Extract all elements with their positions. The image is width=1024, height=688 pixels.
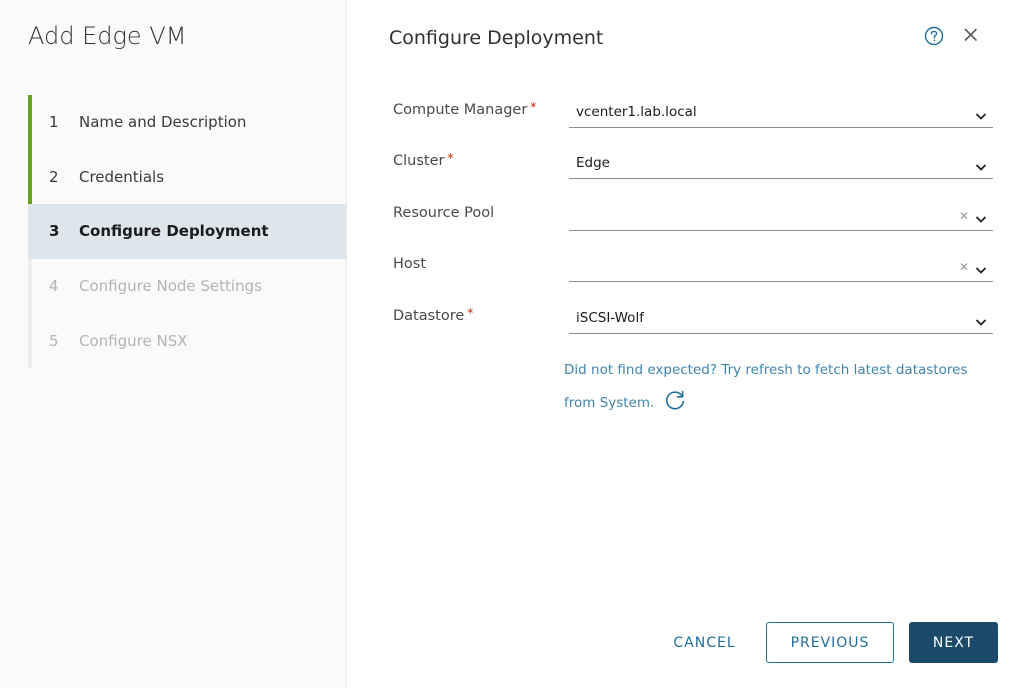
wizard-title: Add Edge VM	[28, 22, 187, 50]
step-configure-node-settings: 4 Configure Node Settings	[28, 258, 346, 314]
page-title: Configure Deployment	[389, 27, 604, 49]
datastore-row: Datastore * iSCSI-Wolf	[393, 304, 993, 334]
step-number: 5	[49, 331, 59, 350]
select-value: Edge	[576, 155, 610, 171]
resource-pool-row: Resource Pool ✕	[393, 201, 993, 231]
host-select[interactable]: ✕	[569, 252, 993, 282]
cluster-row: Cluster * Edge	[393, 149, 993, 179]
close-icon[interactable]	[961, 25, 981, 45]
required-marker: *	[467, 306, 474, 320]
step-number: 1	[49, 113, 59, 132]
help-circle-icon[interactable]	[924, 26, 944, 46]
datastore-select[interactable]: iSCSI-Wolf	[569, 304, 993, 334]
main-panel: Configure Deployment Compute Manager * vc…	[347, 0, 1024, 688]
step-configure-nsx: 5 Configure NSX	[28, 313, 346, 368]
hint-text: Did not find expected? Try refresh to fe…	[564, 362, 968, 411]
host-label: Host	[393, 256, 427, 272]
resource-pool-label: Resource Pool	[393, 205, 495, 221]
step-number: 2	[49, 167, 59, 186]
step-label: Name and Description	[79, 113, 247, 132]
step-number: 4	[49, 277, 59, 296]
step-label: Configure NSX	[79, 331, 188, 350]
step-label: Configure Deployment	[79, 222, 269, 241]
step-name-and-description[interactable]: 1 Name and Description	[28, 95, 346, 150]
compute-manager-row: Compute Manager * vcenter1.lab.local	[393, 98, 993, 128]
chevron-down-icon	[975, 107, 987, 120]
next-button[interactable]: NEXT	[909, 622, 998, 663]
compute-manager-label: Compute Manager *	[393, 100, 537, 118]
required-marker: *	[530, 100, 537, 114]
chevron-down-icon	[975, 210, 987, 223]
step-label: Configure Node Settings	[79, 277, 262, 296]
step-number: 3	[49, 222, 60, 241]
cancel-button[interactable]: CANCEL	[657, 622, 752, 663]
previous-button[interactable]: PREVIOUS	[766, 622, 894, 663]
step-configure-deployment[interactable]: 3 Configure Deployment	[28, 204, 346, 259]
chevron-down-icon	[975, 261, 987, 274]
host-row: Host ✕	[393, 252, 993, 282]
clear-icon[interactable]: ✕	[959, 209, 969, 223]
wizard-steps: 1 Name and Description 2 Credentials 3 C…	[28, 95, 346, 368]
cluster-select[interactable]: Edge	[569, 149, 993, 179]
compute-manager-select[interactable]: vcenter1.lab.local	[569, 98, 993, 128]
datastore-refresh-hint: Did not find expected? Try refresh to fe…	[564, 354, 984, 420]
chevron-down-icon	[975, 158, 987, 171]
chevron-down-icon	[975, 313, 987, 326]
datastore-label: Datastore *	[393, 306, 474, 324]
step-label: Credentials	[79, 167, 165, 186]
required-marker: *	[447, 151, 454, 165]
select-value: iSCSI-Wolf	[576, 310, 644, 326]
wizard-sidebar: Add Edge VM 1 Name and Description 2 Cre…	[0, 0, 347, 688]
select-value: vcenter1.lab.local	[576, 104, 697, 120]
resource-pool-select[interactable]: ✕	[569, 201, 993, 231]
step-credentials[interactable]: 2 Credentials	[28, 149, 346, 205]
clear-icon[interactable]: ✕	[959, 260, 969, 274]
cluster-label: Cluster *	[393, 151, 454, 169]
refresh-icon[interactable]	[663, 388, 687, 412]
